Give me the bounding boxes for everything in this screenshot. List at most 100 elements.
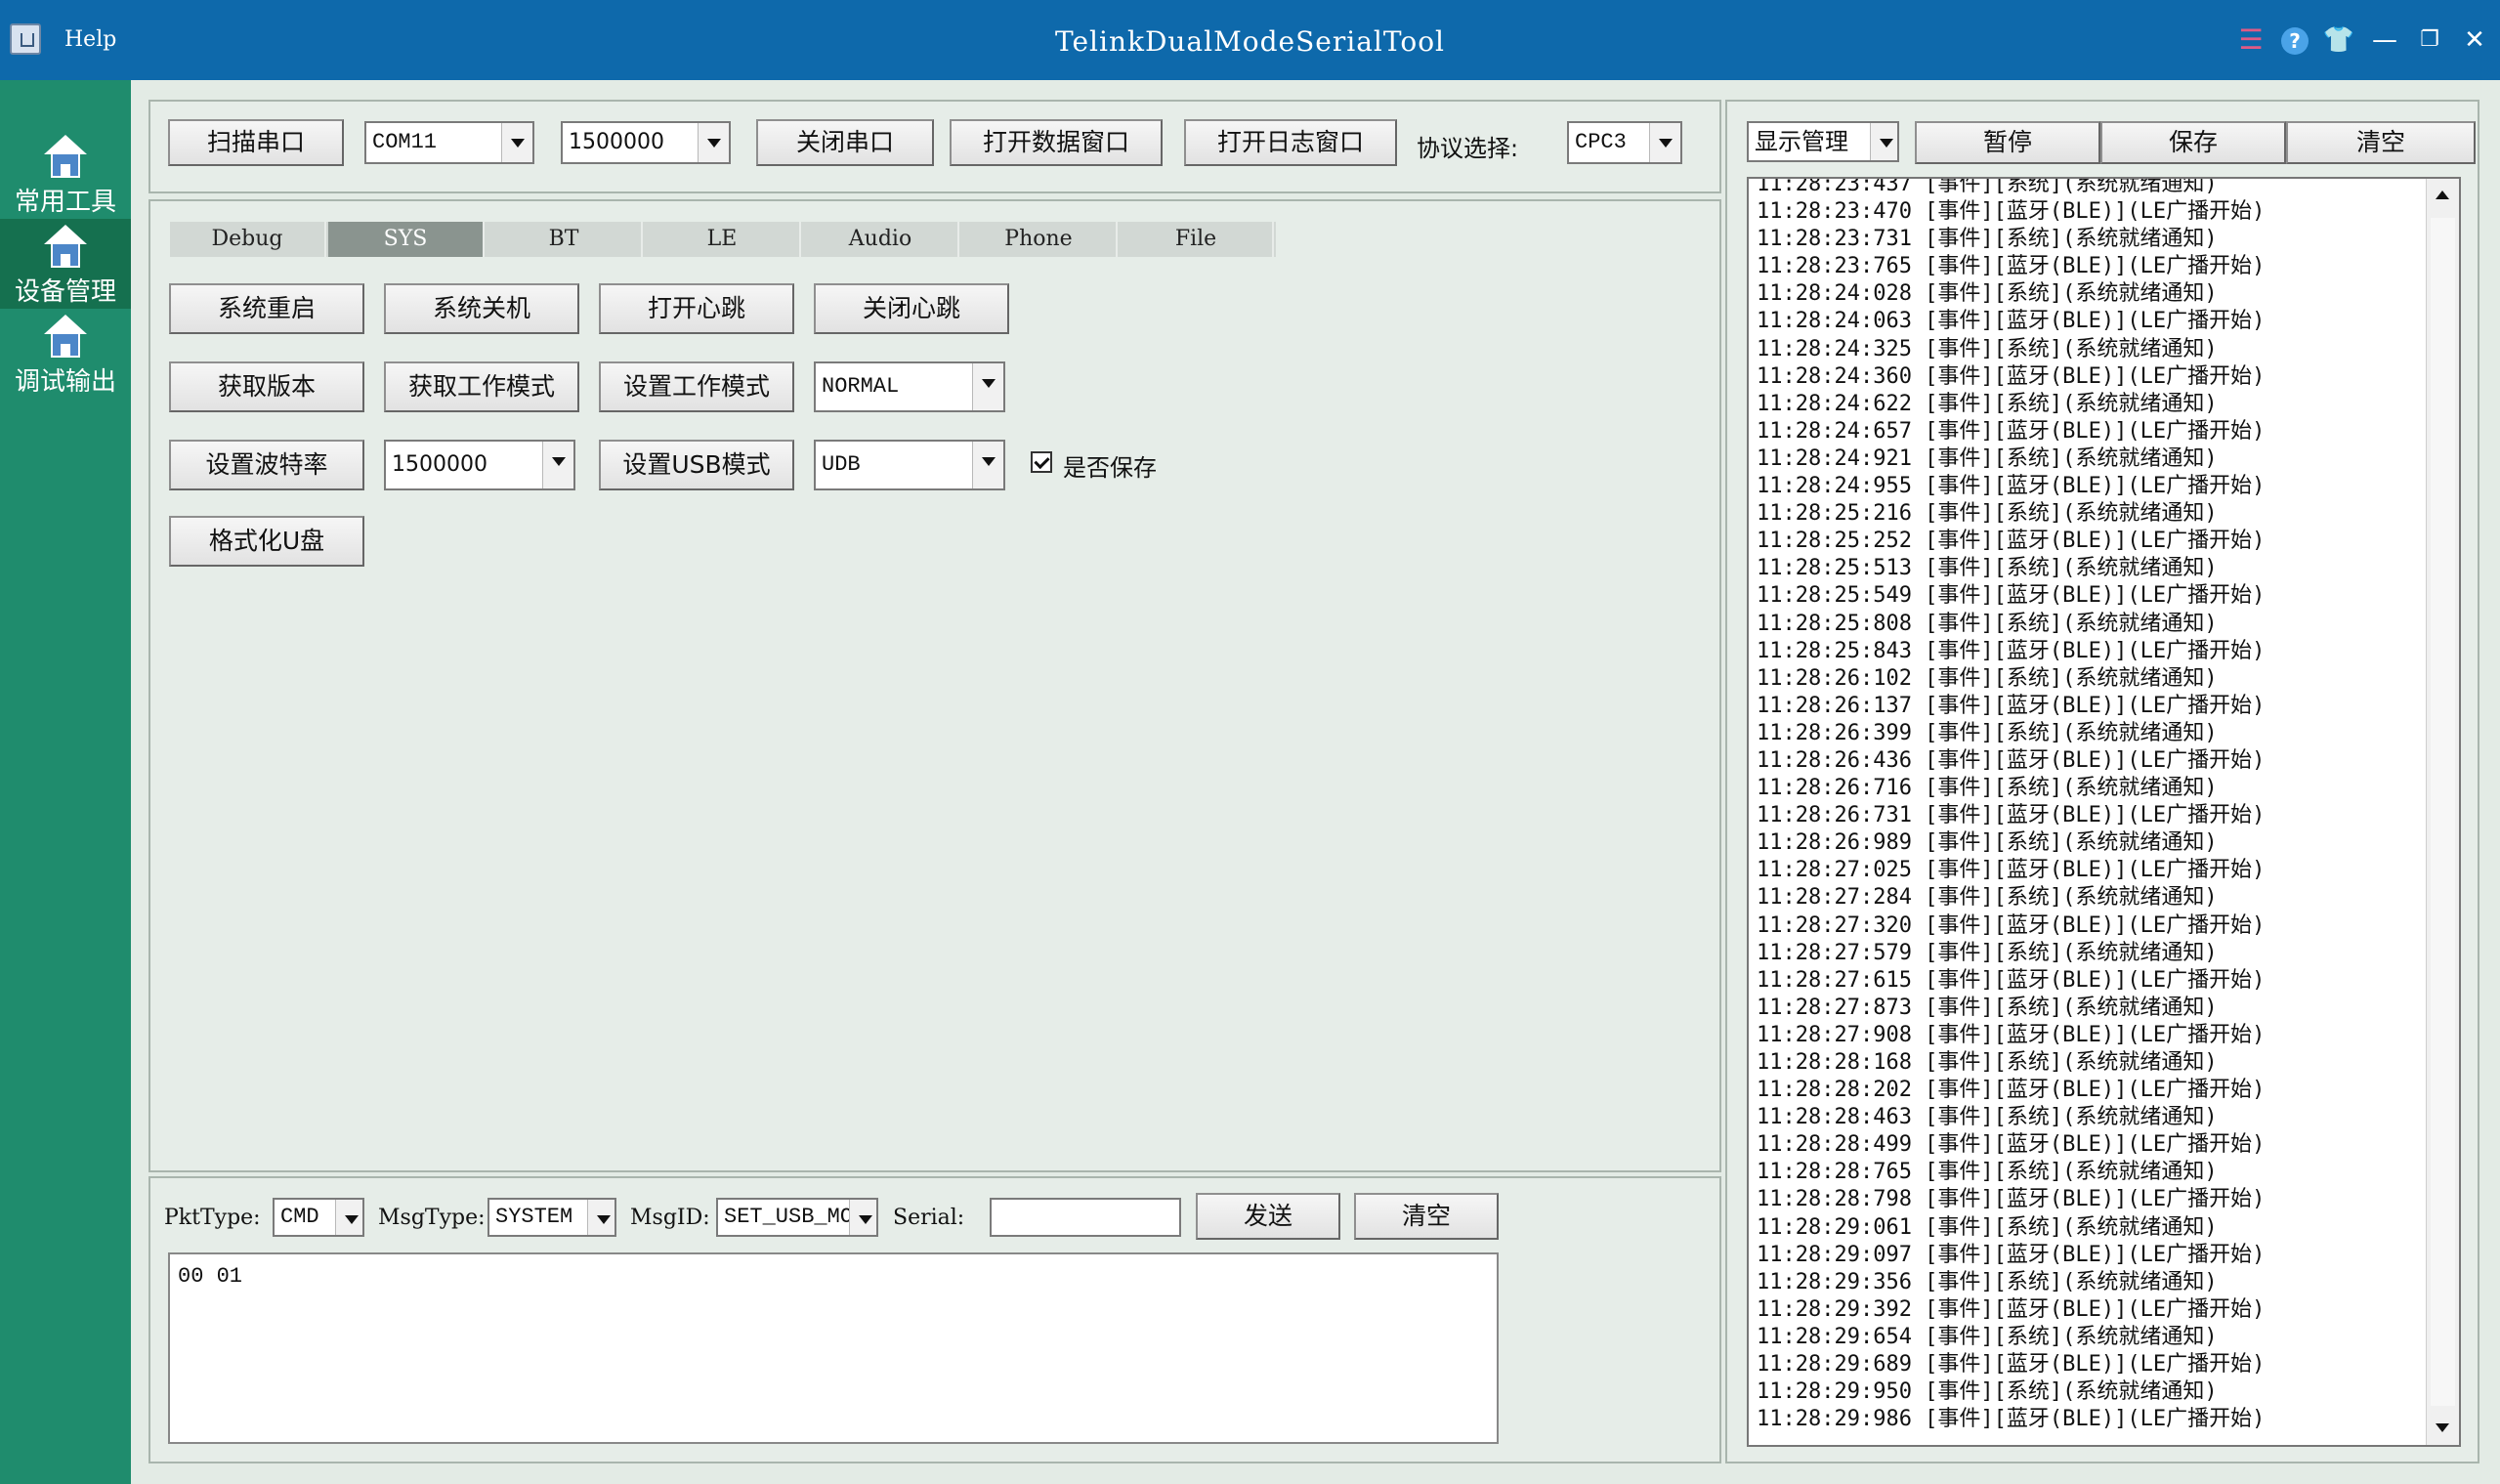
- close-button[interactable]: ✕: [2458, 23, 2491, 57]
- log-line: 11:28:28:168 [事件][系统](系统就绪通知): [1757, 1050, 2218, 1075]
- scroll-down-icon[interactable]: [2427, 1412, 2459, 1445]
- log-output[interactable]: 11:28:23:437 [事件][系统](系统就绪通知) 11:28:23:47…: [1747, 177, 2461, 1447]
- log-line: 11:28:27:284 [事件][系统](系统就绪通知): [1757, 885, 2218, 911]
- format-udisk-button[interactable]: 格式化U盘: [169, 516, 364, 567]
- reboot-button[interactable]: 系统重启: [169, 283, 364, 334]
- open-data-window-button[interactable]: 打开数据窗口: [950, 119, 1163, 166]
- shutdown-button[interactable]: 系统关机: [384, 283, 579, 334]
- chevron-down-icon[interactable]: [972, 442, 1003, 488]
- msgtype-select[interactable]: SYSTEM: [487, 1198, 616, 1237]
- log-line: 11:28:27:025 [事件][蓝牙(BLE)](LE广播开始): [1757, 858, 2266, 883]
- log-line: 11:28:25:216 [事件][系统](系统就绪通知): [1757, 501, 2218, 527]
- tab-sys[interactable]: SYS: [328, 222, 485, 257]
- msgid-label: MsgID:: [630, 1206, 710, 1230]
- log-line: 11:28:29:654 [事件][系统](系统就绪通知): [1757, 1324, 2218, 1349]
- pause-button[interactable]: 暂停: [1915, 121, 2100, 164]
- send-button[interactable]: 发送: [1196, 1193, 1340, 1240]
- port-select-value: COM11: [372, 130, 438, 154]
- chevron-down-icon[interactable]: [1649, 123, 1680, 162]
- get-version-button[interactable]: 获取版本: [169, 361, 364, 412]
- serial-input[interactable]: [990, 1198, 1181, 1237]
- tab-debug[interactable]: Debug: [170, 222, 326, 257]
- serial-label: Serial:: [893, 1206, 965, 1230]
- command-panel: [148, 199, 1721, 1172]
- log-line: 11:28:28:202 [事件][蓝牙(BLE)](LE广播开始): [1757, 1078, 2266, 1103]
- work-mode-select-value: NORMAL: [822, 374, 900, 399]
- log-line: 11:28:28:765 [事件][系统](系统就绪通知): [1757, 1160, 2218, 1185]
- set-baud-button[interactable]: 设置波特率: [169, 440, 364, 490]
- chevron-down-icon[interactable]: [849, 1200, 876, 1235]
- log-line: 11:28:26:399 [事件][系统](系统就绪通知): [1757, 720, 2218, 745]
- log-line: 11:28:28:499 [事件][蓝牙(BLE)](LE广播开始): [1757, 1132, 2266, 1158]
- log-line: 11:28:29:986 [事件][蓝牙(BLE)](LE广播开始): [1757, 1407, 2266, 1432]
- tab-audio[interactable]: Audio: [803, 222, 959, 257]
- tab-bt[interactable]: BT: [487, 222, 643, 257]
- protocol-select[interactable]: CPC3: [1567, 121, 1682, 164]
- packet-clear-button[interactable]: 清空: [1354, 1193, 1499, 1240]
- skin-icon[interactable]: 👕: [2322, 23, 2355, 57]
- help-icon[interactable]: ?: [2278, 23, 2311, 57]
- work-mode-select[interactable]: NORMAL: [814, 361, 1005, 412]
- sidebar-item-debug-output[interactable]: 调试输出: [0, 309, 131, 399]
- log-line: 11:28:27:908 [事件][蓝牙(BLE)](LE广播开始): [1757, 1022, 2266, 1047]
- tab-bar: Debug SYS BT LE Audio Phone File: [170, 222, 1276, 257]
- save-checkbox[interactable]: [1031, 451, 1052, 473]
- baud-select[interactable]: 1500000: [561, 121, 731, 164]
- log-lines: 11:28:23:437 [事件][系统](系统就绪通知) 11:28:23:47…: [1757, 179, 2266, 1433]
- log-line: 11:28:26:731 [事件][蓝牙(BLE)](LE广播开始): [1757, 803, 2266, 828]
- chevron-down-icon[interactable]: [542, 442, 573, 488]
- heartbeat-off-button[interactable]: 关闭心跳: [814, 283, 1009, 334]
- heartbeat-on-button[interactable]: 打开心跳: [599, 283, 794, 334]
- log-line: 11:28:25:513 [事件][系统](系统就绪通知): [1757, 556, 2218, 581]
- log-line: 11:28:23:731 [事件][系统](系统就绪通知): [1757, 227, 2218, 252]
- set-usb-mode-button[interactable]: 设置USB模式: [599, 440, 794, 490]
- scan-port-button[interactable]: 扫描串口: [168, 119, 344, 166]
- msgid-select[interactable]: SET_USB_MOI: [716, 1198, 878, 1237]
- tab-le[interactable]: LE: [645, 222, 801, 257]
- save-checkbox-label: 是否保存: [1063, 454, 1157, 482]
- log-line: 11:28:24:921 [事件][系统](系统就绪通知): [1757, 445, 2218, 471]
- sys-baud-select[interactable]: 1500000: [384, 440, 575, 490]
- log-line: 11:28:26:102 [事件][系统](系统就绪通知): [1757, 665, 2218, 691]
- chevron-down-icon[interactable]: [501, 123, 532, 162]
- get-work-mode-button[interactable]: 获取工作模式: [384, 361, 579, 412]
- log-line: 11:28:24:028 [事件][系统](系统就绪通知): [1757, 281, 2218, 307]
- usb-mode-select[interactable]: UDB: [814, 440, 1005, 490]
- chevron-down-icon[interactable]: [335, 1200, 362, 1235]
- sidebar-item-device-management[interactable]: 设备管理: [0, 219, 131, 309]
- log-line: 11:28:27:873 [事件][系统](系统就绪通知): [1757, 995, 2218, 1020]
- set-work-mode-button[interactable]: 设置工作模式: [599, 361, 794, 412]
- chevron-down-icon[interactable]: [698, 123, 729, 162]
- log-line: 11:28:28:463 [事件][系统](系统就绪通知): [1757, 1105, 2218, 1130]
- maximize-button[interactable]: ❐: [2413, 23, 2446, 57]
- tab-file[interactable]: File: [1120, 222, 1274, 257]
- pkttype-select[interactable]: CMD: [273, 1198, 364, 1237]
- scrollbar-thumb[interactable]: [2431, 218, 2455, 1406]
- protocol-label: 协议选择:: [1417, 135, 1519, 162]
- port-select[interactable]: COM11: [364, 121, 534, 164]
- log-save-button[interactable]: 保存: [2100, 121, 2286, 164]
- display-select[interactable]: 显示管理: [1747, 121, 1899, 162]
- log-clear-button[interactable]: 清空: [2286, 121, 2476, 164]
- chevron-down-icon[interactable]: [972, 363, 1003, 410]
- payload-textarea[interactable]: 00 01: [168, 1252, 1499, 1444]
- sidebar: 常用工具 设备管理 调试输出: [0, 80, 131, 1484]
- log-line: 11:28:24:955 [事件][蓝牙(BLE)](LE广播开始): [1757, 474, 2266, 499]
- pkttype-label: PktType:: [164, 1206, 261, 1230]
- minimize-button[interactable]: —: [2368, 23, 2401, 57]
- chevron-down-icon[interactable]: [587, 1200, 614, 1235]
- sidebar-item-label: 调试输出: [14, 367, 116, 397]
- scroll-up-icon[interactable]: [2427, 179, 2459, 212]
- menu-icon[interactable]: ☰: [2234, 23, 2267, 57]
- window-title: TelinkDualModeSerialTool: [1054, 25, 1446, 58]
- log-scrollbar[interactable]: [2426, 179, 2459, 1445]
- log-line: 11:28:27:615 [事件][蓝牙(BLE)](LE广播开始): [1757, 967, 2266, 993]
- open-log-window-button[interactable]: 打开日志窗口: [1184, 119, 1397, 166]
- close-port-button[interactable]: 关闭串口: [756, 119, 934, 166]
- tab-phone[interactable]: Phone: [961, 222, 1118, 257]
- log-line: 11:28:24:622 [事件][系统](系统就绪通知): [1757, 391, 2218, 416]
- chevron-down-icon[interactable]: [1870, 123, 1897, 160]
- log-line: 11:28:26:989 [事件][系统](系统就绪通知): [1757, 830, 2218, 856]
- sidebar-item-label: 常用工具: [14, 188, 116, 217]
- sidebar-item-common-tools[interactable]: 常用工具: [0, 129, 131, 219]
